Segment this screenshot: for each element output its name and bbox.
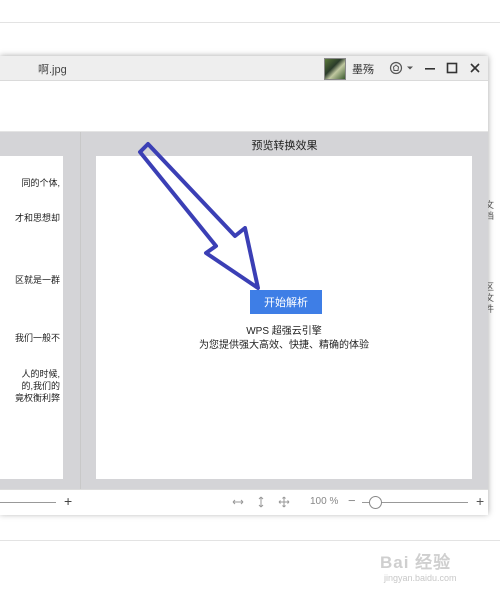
fit-width-icon[interactable] — [229, 493, 247, 511]
doc-line: 区就是一群 — [14, 275, 60, 285]
preview-title: 预览转换效果 — [251, 140, 318, 152]
user-name[interactable]: 墨殇 — [352, 61, 374, 77]
original-document-pane: 同的个体, 才和思想却 区就是一群 我们一般不 人的时候, 的,我们的 竟权衡利… — [0, 132, 80, 489]
left-zoom-in-button[interactable]: + — [64, 493, 72, 509]
start-parse-button[interactable]: 开始解析 — [250, 290, 322, 314]
minimize-icon[interactable] — [421, 59, 439, 77]
toolbar-area — [0, 81, 488, 131]
baidu-jingyan-watermark: Bai 经验 jingyan.baidu.com — [380, 548, 498, 594]
doc-line: 竟权衡利弊 — [14, 393, 60, 403]
dropdown-arrow-icon[interactable] — [405, 59, 415, 77]
window-filename: 啊.jpg — [38, 64, 67, 76]
watermark-brand: Bai 经验 — [380, 553, 452, 572]
status-bar: + 100 % − + — [0, 489, 488, 515]
zoom-slider-knob[interactable] — [368, 496, 382, 509]
close-icon[interactable] — [466, 59, 484, 77]
user-avatar[interactable] — [324, 58, 346, 80]
zoom-percent: 100 % — [310, 496, 339, 507]
page-line-bottom — [0, 540, 500, 541]
left-zoom-track[interactable] — [0, 502, 56, 503]
skin-icon[interactable] — [387, 59, 405, 77]
preview-card: 开始解析 WPS 超强云引擎 为您提供强大高效、快捷、精确的体验 — [96, 156, 472, 479]
zoom-out-button[interactable]: − — [348, 493, 356, 508]
move-icon[interactable] — [275, 493, 293, 511]
maximize-icon[interactable] — [443, 59, 461, 77]
wps-conversion-window: 啊.jpg 墨殇 同的个体, 才和思想却 区就是一群 我们一般不 人的时候, 的… — [0, 56, 488, 515]
engine-name: WPS 超强云引擎 — [246, 326, 322, 337]
preview-pane: 预览转换效果 开始解析 WPS 超强云引擎 为您提供强大高效、快捷、精确的体验 — [81, 132, 488, 489]
zoom-in-button[interactable]: + — [476, 493, 484, 509]
original-document-page[interactable]: 同的个体, 才和思想却 区就是一群 我们一般不 人的时候, 的,我们的 竟权衡利… — [0, 156, 63, 479]
fit-height-icon[interactable] — [252, 493, 270, 511]
engine-tagline: 为您提供强大高效、快捷、精确的体验 — [199, 340, 369, 351]
page-line-top — [0, 22, 500, 23]
doc-line: 同的个体, — [21, 178, 60, 188]
title-bar: 啊.jpg 墨殇 — [0, 56, 488, 81]
doc-line: 我们一般不 — [14, 333, 60, 343]
watermark-url: jingyan.baidu.com — [384, 573, 457, 583]
doc-line: 才和思想却 — [14, 213, 60, 223]
